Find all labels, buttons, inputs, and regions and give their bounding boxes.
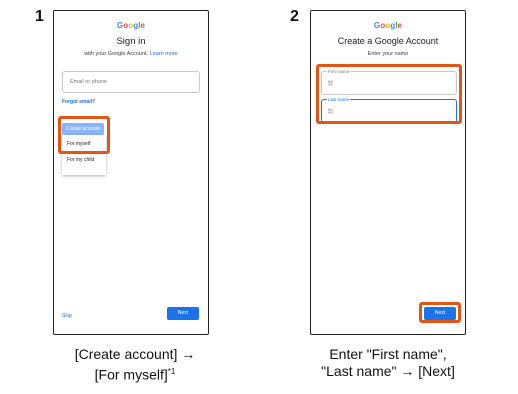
caption-step-2: Enter "First name", "Last name" → [Next] <box>321 346 455 379</box>
ime-icon: ㍿ <box>328 81 334 87</box>
step-number-1: 1 <box>35 8 44 25</box>
ime-icon: ㍿ <box>328 109 334 115</box>
last-name-label: Last name <box>327 97 351 102</box>
menu-item-for-my-child[interactable]: For my child <box>67 157 94 163</box>
step-number-2: 2 <box>290 8 299 25</box>
forgot-email-link[interactable]: Forgot email? <box>62 99 95 105</box>
caption-step-1: [Create account] → [For myself]*1 <box>74 346 196 383</box>
create-account-button[interactable]: Create account <box>62 123 104 135</box>
first-name-field[interactable]: First name ㍿ <box>321 69 457 95</box>
page-title: Create a Google Account <box>337 36 439 46</box>
page-subtitle: Enter your name <box>367 51 409 57</box>
create-account-menu: For myself For my child <box>62 135 106 175</box>
next-button[interactable]: Next <box>424 307 456 320</box>
learn-more-link[interactable]: Learn more <box>150 51 178 57</box>
google-logo: Google <box>116 21 146 30</box>
phone-screen-sign-in: Google Sign in with your Google Account.… <box>53 10 209 335</box>
page-subtitle: with your Google Account. Learn more <box>84 51 178 57</box>
google-logo: Google <box>373 21 403 30</box>
phone-screen-create-account: Google Create a Google Account Enter you… <box>310 10 466 335</box>
email-input[interactable]: Email or phone <box>62 71 200 93</box>
menu-item-for-myself[interactable]: For myself <box>67 141 90 147</box>
skip-link[interactable]: Skip <box>62 313 72 319</box>
email-placeholder: Email or phone <box>70 79 107 85</box>
page-title: Sign in <box>116 36 146 47</box>
next-button[interactable]: Next <box>167 307 199 320</box>
first-name-label: First name <box>327 69 351 74</box>
last-name-field[interactable]: Last name ㍿ <box>321 97 457 123</box>
